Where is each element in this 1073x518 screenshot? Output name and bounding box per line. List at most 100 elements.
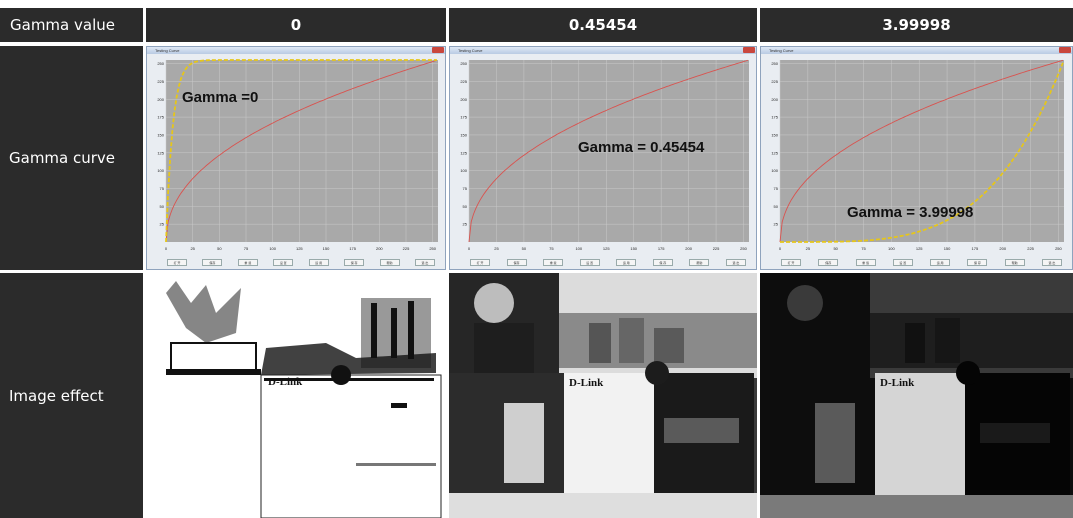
y-tick-label: 225	[771, 79, 778, 84]
curve-window-0: Testing Curve 0 25 50 75 100 125 150 175 200 225 2…	[146, 46, 446, 270]
x-tick-label: 100	[575, 246, 582, 251]
window-title: Testing Curve	[769, 48, 794, 53]
y-tick-label: 100	[771, 168, 778, 173]
y-tick-label: 175	[157, 115, 164, 120]
x-tick-label: 175	[658, 246, 665, 251]
y-tick-label: 100	[460, 168, 467, 173]
window-button-5[interactable]: 保 存	[652, 259, 673, 266]
header-value-0: 0	[146, 8, 446, 42]
y-tick-label: 25	[774, 222, 779, 227]
x-tick-label: 125	[916, 246, 923, 251]
x-tick-label: 200	[685, 246, 692, 251]
curve-window-1: Testing Curve 0 25 50 75 100 125 150 175 200 225 2…	[449, 46, 757, 270]
window-titlebar: Testing Curve	[450, 47, 756, 54]
window-button-3[interactable]: 设 置	[579, 259, 600, 266]
window-button-6[interactable]: 帮助	[689, 259, 710, 266]
header-value-2: 3.99998	[760, 8, 1073, 42]
x-tick-label: 50	[217, 246, 222, 251]
x-tick-label: 175	[972, 246, 979, 251]
x-tick-label: 250	[1055, 246, 1062, 251]
x-tick-label: 150	[323, 246, 330, 251]
x-tick-label: 75	[244, 246, 249, 251]
window-button-1[interactable]: 保存	[202, 259, 223, 266]
y-tick-label: 200	[771, 97, 778, 102]
y-tick-label: 50	[160, 204, 165, 209]
window-button-2[interactable]: 重 载	[237, 259, 258, 266]
window-button-2[interactable]: 重 载	[543, 259, 564, 266]
x-tick-label: 25	[190, 246, 195, 251]
y-tick-label: 75	[463, 186, 468, 191]
close-icon[interactable]	[1059, 47, 1071, 53]
normal-photo-illustration	[449, 273, 757, 518]
window-button-0[interactable]: 打 开	[781, 259, 801, 266]
window-button-4[interactable]: 运 用	[930, 259, 951, 266]
x-tick-label: 250	[740, 246, 747, 251]
window-button-4[interactable]: 运 用	[616, 259, 637, 266]
x-tick-label: 75	[549, 246, 554, 251]
window-title: Testing Curve	[458, 48, 483, 53]
x-tick-label: 225	[713, 246, 720, 251]
window-titlebar: Testing Curve	[147, 47, 445, 54]
curve-window-2: Testing Curve 0 25 50 75 100 125 150 175 200 225 2…	[760, 46, 1073, 270]
y-tick-label: 175	[771, 115, 778, 120]
y-tick-label: 125	[460, 150, 467, 155]
window-button-2[interactable]: 重 载	[855, 259, 876, 266]
y-tick-label: 25	[160, 222, 165, 227]
x-tick-label: 0	[165, 246, 168, 251]
row-label-gamma-curve: Gamma curve	[0, 46, 143, 270]
y-tick-label: 250	[771, 61, 778, 66]
window-button-4[interactable]: 运 用	[308, 259, 329, 266]
x-tick-label: 50	[833, 246, 838, 251]
x-tick-label: 25	[806, 246, 811, 251]
window-button-3[interactable]: 设 置	[273, 259, 294, 266]
gamma-annotation-2: Gamma = 3.99998	[847, 204, 974, 221]
window-button-5[interactable]: 保 存	[967, 259, 988, 266]
row-label-image-effect: Image effect	[0, 273, 143, 518]
image-effect-photo-2: D-Link	[760, 273, 1073, 518]
dark-photo-illustration	[760, 273, 1073, 518]
y-tick-label: 125	[157, 150, 164, 155]
x-tick-label: 200	[999, 246, 1006, 251]
window-button-7[interactable]: 退 出	[414, 259, 435, 266]
washed-photo-illustration	[146, 273, 446, 518]
y-tick-label: 175	[460, 115, 467, 120]
brand-label-1: D-Link	[569, 377, 604, 389]
x-tick-label: 75	[861, 246, 866, 251]
y-tick-label: 75	[160, 186, 165, 191]
y-tick-label: 75	[774, 186, 779, 191]
gamma-annotation-1: Gamma = 0.45454	[578, 139, 705, 156]
gamma-chart-0: 0 25 50 75 100 125 150 175 200 225 250 25 50 75 100 125…	[157, 59, 438, 251]
x-tick-label: 100	[269, 246, 276, 251]
close-icon[interactable]	[743, 47, 755, 53]
x-tick-label: 25	[494, 246, 499, 251]
window-button-0[interactable]: 打 开	[167, 259, 187, 266]
x-tick-label: 0	[779, 246, 782, 251]
window-button-1[interactable]: 保存	[506, 259, 527, 266]
close-icon[interactable]	[432, 47, 444, 53]
x-tick-label: 150	[630, 246, 637, 251]
y-tick-label: 250	[460, 61, 467, 66]
window-button-6[interactable]: 帮助	[379, 259, 400, 266]
window-button-row: 打 开 保存 重 载 设 置 运 用 保 存 帮助 退 出	[781, 259, 1062, 268]
brand-label-2: D-Link	[880, 377, 915, 389]
window-button-0[interactable]: 打 开	[470, 259, 490, 266]
y-tick-label: 125	[771, 150, 778, 155]
y-tick-label: 225	[157, 79, 164, 84]
window-button-5[interactable]: 保 存	[344, 259, 365, 266]
y-tick-label: 150	[157, 132, 164, 137]
y-tick-label: 250	[157, 61, 164, 66]
window-button-7[interactable]: 退 出	[1041, 259, 1062, 266]
y-tick-label: 225	[460, 79, 467, 84]
x-tick-label: 225	[1027, 246, 1034, 251]
y-tick-label: 50	[774, 204, 779, 209]
window-button-1[interactable]: 保存	[818, 259, 839, 266]
window-button-6[interactable]: 帮助	[1004, 259, 1025, 266]
x-tick-label: 100	[888, 246, 895, 251]
x-tick-label: 50	[522, 246, 527, 251]
x-tick-label: 175	[349, 246, 356, 251]
y-tick-label: 150	[771, 132, 778, 137]
x-tick-label: 125	[296, 246, 303, 251]
window-button-7[interactable]: 退 出	[725, 259, 746, 266]
window-titlebar: Testing Curve	[761, 47, 1072, 54]
window-button-3[interactable]: 设 置	[892, 259, 913, 266]
